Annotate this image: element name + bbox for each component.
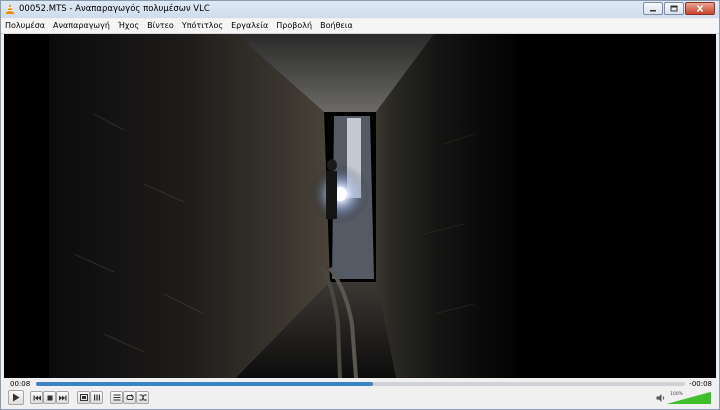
stop-icon[interactable]	[43, 391, 56, 404]
menu-subtitle[interactable]: Υπότιτλος	[178, 19, 227, 33]
title-bar[interactable]: 00052.MTS - Αναπαραγωγός πολυμέσων VLC	[1, 1, 719, 18]
menu-playback[interactable]: Αναπαραγωγή	[49, 19, 114, 33]
playlist-icon[interactable]	[110, 391, 123, 404]
next-icon[interactable]	[56, 391, 69, 404]
seek-slider[interactable]	[36, 382, 685, 386]
menu-view[interactable]: Προβολή	[272, 19, 316, 33]
minimize-icon[interactable]	[643, 2, 663, 15]
menu-bar: Πολυμέσα Αναπαραγωγή Ήχος Βίντεο Υπότιτλ…	[1, 19, 719, 34]
seek-progress	[36, 382, 374, 386]
video-frame	[4, 34, 716, 378]
maximize-icon[interactable]	[664, 2, 684, 15]
window-title: 00052.MTS - Αναπαραγωγός πολυμέσων VLC	[19, 4, 210, 14]
menu-video[interactable]: Βίντεο	[143, 19, 178, 33]
shuffle-icon[interactable]	[136, 391, 149, 404]
loop-icon[interactable]	[123, 391, 136, 404]
fullscreen-icon[interactable]	[77, 391, 90, 404]
menu-tools[interactable]: Εργαλεία	[227, 19, 272, 33]
play-icon[interactable]	[8, 390, 24, 405]
menu-audio[interactable]: Ήχος	[114, 19, 143, 33]
elapsed-time: 00:08	[10, 380, 31, 388]
volume-slider[interactable]	[667, 392, 711, 404]
close-icon[interactable]	[685, 2, 715, 15]
control-bar: 00:08 -00:08 100%	[1, 378, 719, 409]
video-area[interactable]	[4, 34, 716, 378]
volume-icon[interactable]	[656, 393, 666, 403]
vlc-window: 00052.MTS - Αναπαραγωγός πολυμέσων VLC Π…	[0, 0, 720, 410]
window-buttons	[643, 2, 715, 15]
menu-media[interactable]: Πολυμέσα	[1, 19, 49, 33]
vlc-cone-icon	[5, 4, 15, 14]
extended-settings-icon[interactable]	[90, 391, 103, 404]
remaining-time: -00:08	[689, 380, 712, 388]
previous-icon[interactable]	[30, 391, 43, 404]
menu-help[interactable]: Βοήθεια	[316, 19, 357, 33]
